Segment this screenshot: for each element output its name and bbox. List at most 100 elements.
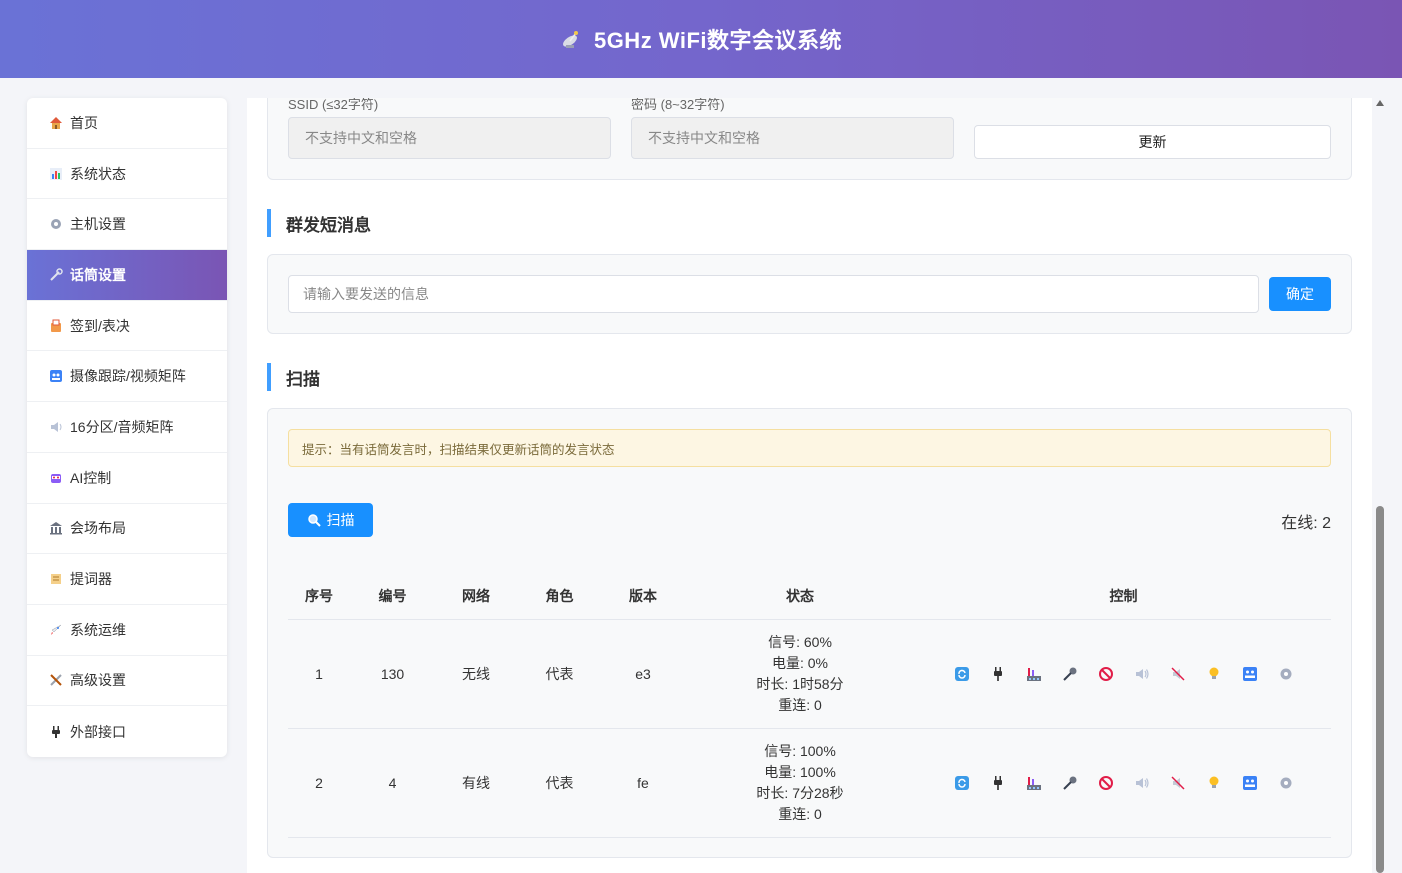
confirm-button[interactable]: 确定: [1269, 277, 1331, 311]
device-table: 序号 编号 网络 角色 版本 状态 控制 1 130 无线 代表 e3 信号: …: [288, 574, 1331, 838]
cell-version: fe: [602, 728, 684, 838]
sidebar-item-mic-settings[interactable]: 话筒设置: [27, 250, 227, 301]
rocket-icon: [51, 624, 62, 635]
col-status: 状态: [684, 574, 916, 620]
cell-status: 信号: 60% 电量: 0% 时长: 1时58分 重连: 0: [684, 619, 916, 729]
password-input[interactable]: 不支持中文和空格: [631, 117, 954, 159]
app-title: 5GHz WiFi数字会议系统: [593, 28, 843, 53]
sidebar-item-checkin-vote[interactable]: 签到/表决: [27, 301, 227, 352]
factory-icon[interactable]: [1026, 666, 1042, 682]
col-network: 网络: [435, 574, 517, 620]
sidebar-item-label: 系统状态: [70, 165, 126, 182]
scrollbar-thumb[interactable]: [1376, 506, 1384, 873]
wrench-icon: [50, 268, 63, 281]
sidebar-item-home[interactable]: 首页: [27, 98, 227, 149]
cell-version: e3: [602, 619, 684, 729]
broadcast-card: 请输入要发送的信息 确定: [267, 254, 1352, 334]
mute-icon[interactable]: [1170, 666, 1186, 682]
status-signal: 信号: 100%: [764, 742, 836, 759]
microphone-icon[interactable]: [1062, 666, 1078, 682]
cell-role: 代表: [517, 619, 602, 729]
status-reconnect: 重连: 0: [778, 696, 822, 713]
wifi-settings-card: SSID (≤32字符) 不支持中文和空格 密码 (8~32字符) 不支持中文和…: [267, 98, 1352, 180]
camera-icon[interactable]: [1242, 666, 1258, 682]
sidebar-item-label: 提词器: [70, 571, 112, 588]
app-header: 5GHz WiFi数字会议系统: [0, 0, 1402, 78]
robot-icon: [51, 473, 61, 483]
factory-icon[interactable]: [1026, 775, 1042, 791]
sidebar-item-label: 16分区/音频矩阵: [70, 418, 174, 435]
scroll-icon: [51, 574, 61, 585]
sidebar-item-label: 主机设置: [70, 216, 126, 233]
cell-controls: [916, 728, 1331, 838]
plug-icon[interactable]: [990, 666, 1006, 682]
refresh-icon[interactable]: [954, 775, 970, 791]
table-row: 2 4 有线 代表 fe 信号: 100% 电量: 100% 时长: 7分28秒…: [288, 728, 1331, 838]
col-id: 编号: [350, 574, 435, 620]
sidebar-item-system-status[interactable]: 系统状态: [27, 149, 227, 200]
ssid-input[interactable]: 不支持中文和空格: [288, 117, 611, 159]
speaker-icon: [51, 421, 62, 432]
main-content: SSID (≤32字符) 不支持中文和空格 密码 (8~32字符) 不支持中文和…: [247, 98, 1372, 873]
speaker-icon[interactable]: [1134, 666, 1150, 682]
plug-icon[interactable]: [990, 775, 1006, 791]
scan-section-title: 扫描: [267, 363, 320, 391]
scan-button[interactable]: 扫描: [288, 503, 373, 537]
ballot-icon: [51, 319, 61, 332]
sidebar-item-label: 会场布局: [70, 520, 126, 537]
speaker-icon[interactable]: [1134, 775, 1150, 791]
microphone-icon[interactable]: [1062, 775, 1078, 791]
control-icons: [916, 775, 1331, 791]
gear-icon: [51, 219, 61, 230]
sidebar-item-label: 高级设置: [70, 672, 126, 689]
camera-icon[interactable]: [1242, 775, 1258, 791]
plug-icon: [52, 725, 60, 738]
col-role: 角色: [517, 574, 602, 620]
magnifier-icon: [307, 514, 321, 527]
table-row: 1 130 无线 代表 e3 信号: 60% 电量: 0% 时长: 1时58分 …: [288, 619, 1331, 729]
prohibited-icon[interactable]: [1098, 666, 1114, 682]
update-button[interactable]: 更新: [974, 125, 1331, 159]
status-duration: 时长: 1时58分: [756, 675, 844, 692]
sidebar-item-advanced-settings[interactable]: 高级设置: [27, 656, 227, 707]
satellite-antenna-icon: [563, 31, 578, 48]
cell-index: 2: [288, 728, 350, 838]
cell-role: 代表: [517, 728, 602, 838]
scan-notice: 提示：当有话筒发言时，扫描结果仅更新话筒的发言状态: [288, 429, 1331, 467]
sidebar-item-audio-matrix[interactable]: 16分区/音频矩阵: [27, 402, 227, 453]
sidebar-item-label: 话筒设置: [70, 266, 126, 283]
ssid-label: SSID (≤32字符): [288, 98, 379, 112]
sidebar-item-ai-control[interactable]: AI控制: [27, 453, 227, 504]
refresh-icon[interactable]: [954, 666, 970, 682]
sidebar-item-teleprompter[interactable]: 提词器: [27, 554, 227, 605]
broadcast-section-title: 群发短消息: [267, 209, 371, 237]
message-input[interactable]: 请输入要发送的信息: [288, 275, 1259, 313]
scan-card: 提示：当有话筒发言时，扫描结果仅更新话筒的发言状态 扫描 在线: 2 序号 编号…: [267, 408, 1352, 858]
lightbulb-icon[interactable]: [1206, 775, 1222, 791]
cell-id: 4: [350, 728, 435, 838]
col-control: 控制: [916, 574, 1331, 620]
sidebar-item-label: AI控制: [70, 469, 112, 486]
cell-network: 有线: [435, 728, 517, 838]
sidebar-item-system-ops[interactable]: 系统运维: [27, 605, 227, 656]
sidebar-item-camera-video[interactable]: 摄像跟踪/视频矩阵: [27, 351, 227, 403]
gear-icon[interactable]: [1278, 775, 1294, 791]
prohibited-icon[interactable]: [1098, 775, 1114, 791]
cell-id: 130: [350, 619, 435, 729]
password-label: 密码 (8~32字符): [631, 98, 725, 112]
control-icons: [916, 666, 1331, 682]
sidebar-item-external-interface[interactable]: 外部接口: [27, 706, 227, 757]
scroll-up-arrow-icon[interactable]: [1376, 100, 1384, 106]
sidebar-item-host-settings[interactable]: 主机设置: [27, 199, 227, 251]
gear-icon[interactable]: [1278, 666, 1294, 682]
cell-index: 1: [288, 619, 350, 729]
sidebar-item-venue-layout[interactable]: 会场布局: [27, 504, 227, 555]
status-reconnect: 重连: 0: [778, 805, 822, 822]
tools-icon: [50, 674, 62, 687]
main-scrollbar[interactable]: [1375, 98, 1385, 873]
mute-icon[interactable]: [1170, 775, 1186, 791]
lightbulb-icon[interactable]: [1206, 666, 1222, 682]
scan-button-label: 扫描: [326, 512, 355, 528]
sidebar-item-label: 签到/表决: [70, 317, 130, 334]
sidebar-item-label: 首页: [70, 114, 98, 131]
